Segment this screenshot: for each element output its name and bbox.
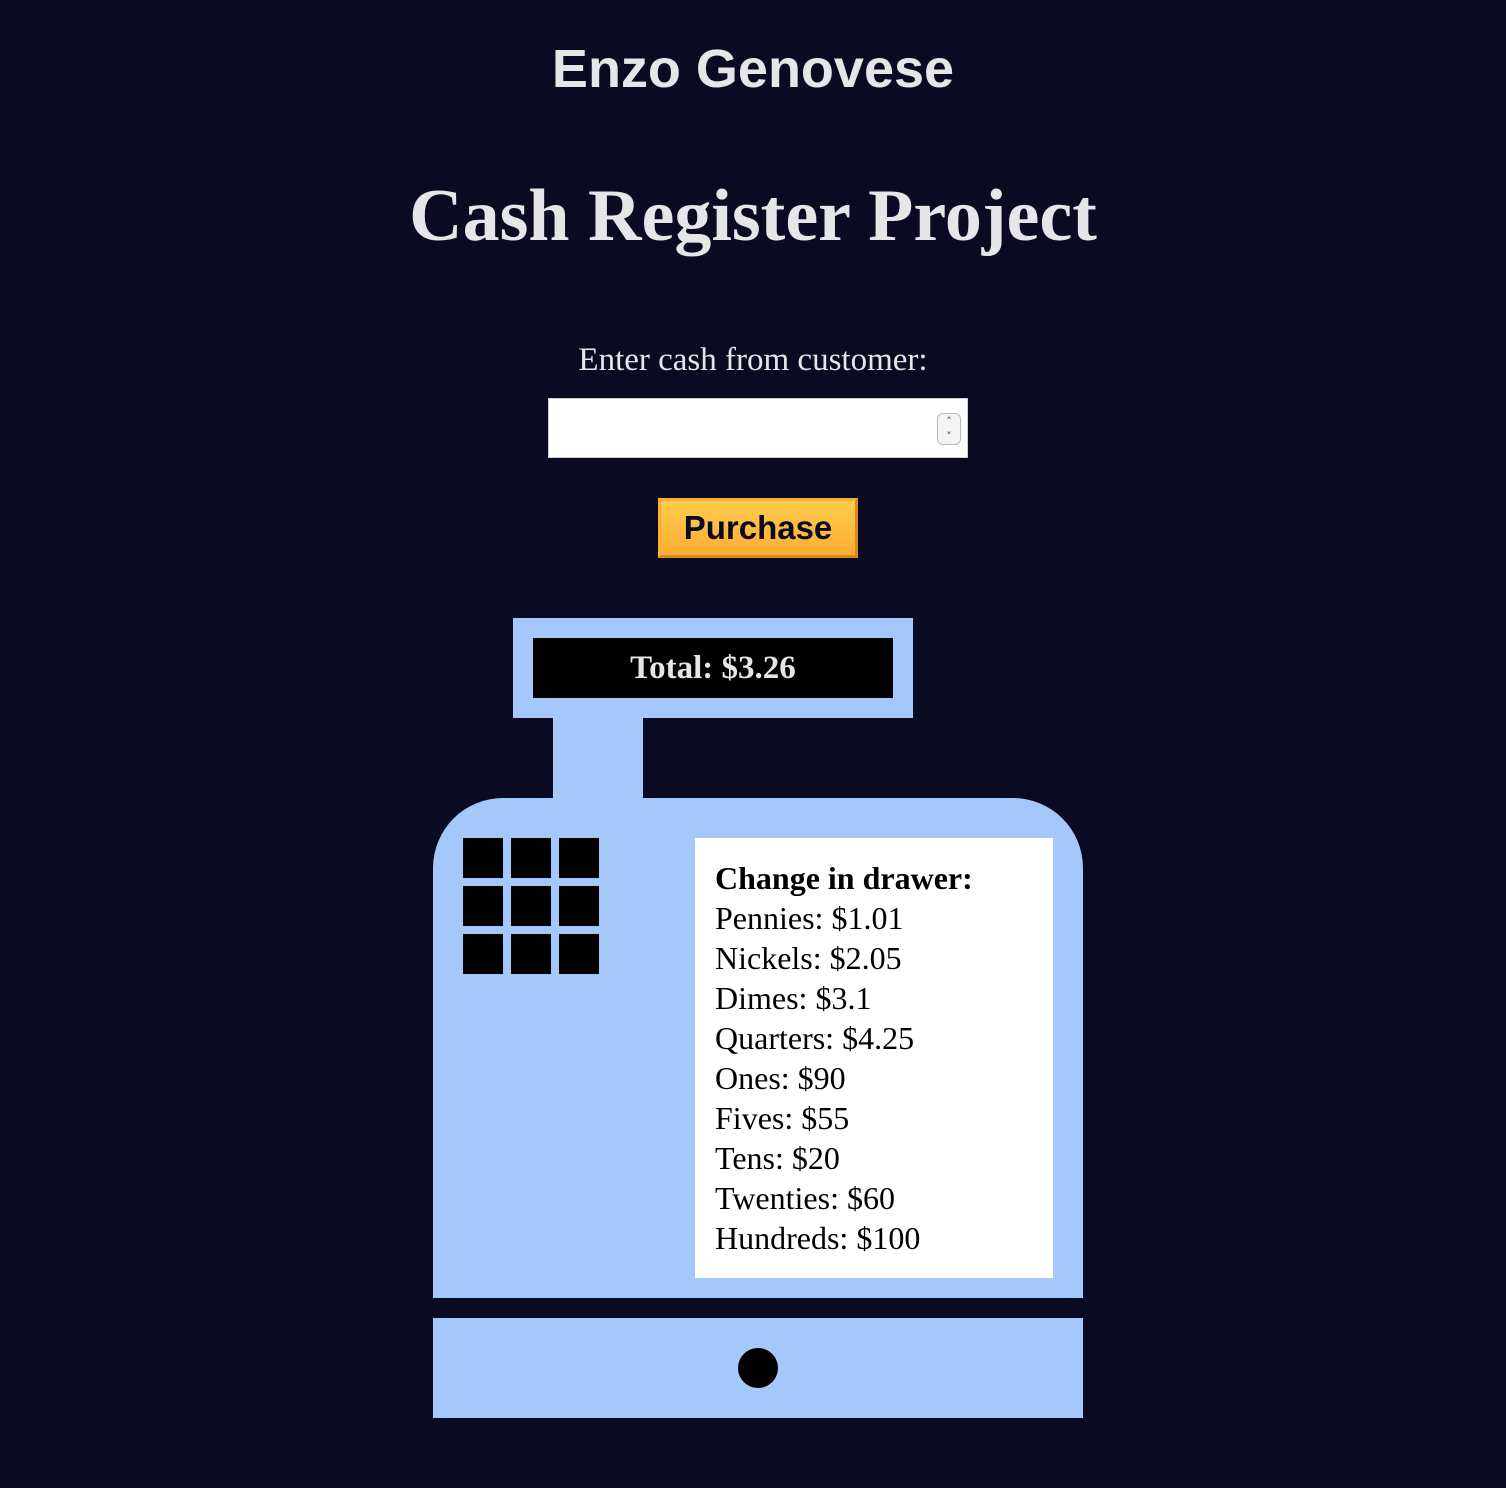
keypad [463,838,599,974]
keypad-key[interactable] [463,886,503,926]
register-neck [553,718,643,800]
change-in-drawer-panel: Change in drawer: Pennies: $1.01 Nickels… [695,838,1053,1278]
register-body: Change in drawer: Pennies: $1.01 Nickels… [433,798,1083,1298]
keypad-key[interactable] [463,934,503,974]
keypad-key[interactable] [511,934,551,974]
drawer-item-twenties: Twenties: $60 [715,1180,895,1216]
cash-drawer [433,1318,1083,1418]
drawer-item-nickels: Nickels: $2.05 [715,940,902,976]
keypad-key[interactable] [463,838,503,878]
drawer-item-tens: Tens: $20 [715,1140,840,1176]
chevron-up-icon[interactable]: ˄ [938,414,960,429]
purchase-button[interactable]: Purchase [658,498,858,558]
cash-input[interactable] [549,399,919,455]
drawer-item-dimes: Dimes: $3.1 [715,980,872,1016]
keypad-key[interactable] [511,838,551,878]
keypad-key[interactable] [559,838,599,878]
drawer-item-hundreds: Hundreds: $100 [715,1220,921,1256]
register-top-display: Total: $3.26 [513,618,913,718]
drawer-item-pennies: Pennies: $1.01 [715,900,904,936]
cash-input-label: Enter cash from customer: [578,342,928,378]
chevron-down-icon[interactable]: ˅ [938,429,960,444]
keypad-key[interactable] [559,934,599,974]
drawer-item-quarters: Quarters: $4.25 [715,1020,915,1056]
page-title: Cash Register Project [409,175,1097,257]
drawer-knob[interactable] [738,1348,778,1388]
keypad-key[interactable] [511,886,551,926]
keypad-key[interactable] [559,886,599,926]
change-in-drawer-heading: Change in drawer: [715,860,973,896]
author-name: Enzo Genovese [551,39,955,99]
number-spinner[interactable]: ˄ ˅ [937,413,961,445]
total-display: Total: $3.26 [533,638,893,698]
drawer-item-fives: Fives: $55 [715,1100,850,1136]
drawer-item-ones: Ones: $90 [715,1060,846,1096]
cash-input-wrapper: ˄ ˅ [548,398,968,458]
